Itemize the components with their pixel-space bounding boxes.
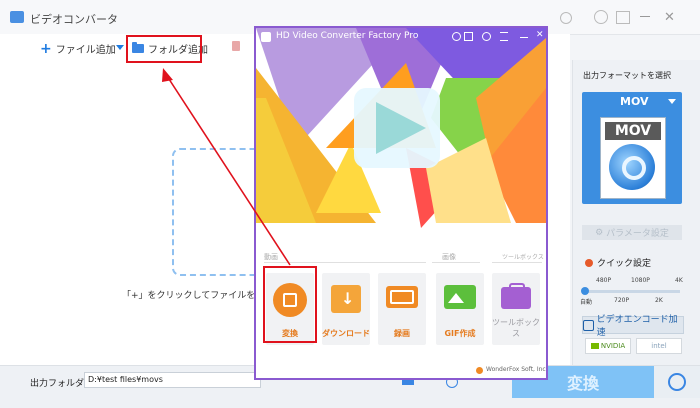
annotation-arrow [162,68,291,266]
